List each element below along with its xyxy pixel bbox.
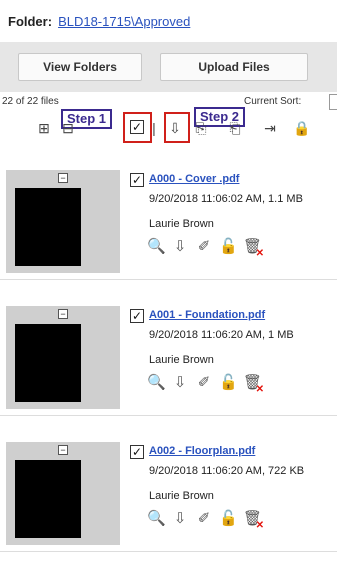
action-button-row: View Folders Upload Files — [0, 42, 337, 92]
file-row: − ✓ A002 - Floorplan.pdf 9/20/2018 11:06… — [0, 439, 337, 552]
expand-all-icon[interactable]: ⊞ — [34, 118, 54, 138]
file-row: − ✓ A001 - Foundation.pdf 9/20/2018 11:0… — [0, 303, 337, 416]
collapse-icon[interactable]: − — [58, 309, 68, 319]
unlock-icon[interactable]: 🔓 — [219, 237, 238, 255]
file-name-link[interactable]: A002 - Floorplan.pdf — [149, 445, 255, 457]
download-icon[interactable]: ⇩ — [171, 509, 189, 527]
file-meta: 9/20/2018 11:06:20 AM, 722 KB — [149, 465, 305, 477]
annotate-icon[interactable]: ✐ — [195, 509, 213, 527]
file-checkbox[interactable]: ✓ — [130, 309, 144, 323]
unlock-icon[interactable]: 🔓 — [219, 373, 238, 391]
sort-select[interactable] — [329, 94, 337, 110]
download-icon[interactable]: ⇩ — [171, 373, 189, 391]
file-count: 22 of 22 files — [2, 96, 59, 107]
annotate-icon[interactable]: ✐ — [195, 237, 213, 255]
file-checkbox[interactable]: ✓ — [130, 173, 144, 187]
delete-icon[interactable]: 🗑 — [243, 373, 264, 395]
select-all-checkbox[interactable]: ✓ — [127, 117, 147, 137]
collapse-icon[interactable]: − — [58, 445, 68, 455]
move-icon[interactable]: ⇥ — [260, 118, 280, 138]
listing-info-row: 22 of 22 files Current Sort: — [0, 92, 337, 112]
check-icon: ✓ — [130, 120, 144, 134]
collapse-icon[interactable]: − — [58, 173, 68, 183]
sort-label: Current Sort: — [244, 96, 302, 107]
collapse-all-icon[interactable]: ⊟ — [58, 118, 78, 138]
folder-label: Folder: — [8, 13, 53, 29]
preview-icon[interactable]: 🔍 — [147, 237, 166, 255]
file-thumbnail[interactable]: − — [6, 170, 120, 273]
download-icon[interactable]: ⇩ — [165, 118, 185, 138]
preview-icon[interactable]: 🔍 — [147, 509, 166, 527]
preview-icon[interactable]: 🔍 — [147, 373, 166, 391]
toolbar-separator: | — [152, 120, 156, 136]
file-row: − ✓ A000 - Cover .pdf 9/20/2018 11:06:02… — [0, 167, 337, 280]
file-name-link[interactable]: A001 - Foundation.pdf — [149, 309, 265, 321]
file-actions: 🔍 ⇩ ✐ 🔓 🗑 — [147, 237, 264, 259]
file-user: Laurie Brown — [149, 354, 214, 366]
download-icon[interactable]: ⇩ — [171, 237, 189, 255]
paste-icon[interactable]: ⎗ — [225, 118, 245, 138]
copy-icon[interactable]: ⎘ — [191, 118, 211, 138]
file-actions: 🔍 ⇩ ✐ 🔓 🗑 — [147, 509, 264, 531]
folder-path-link[interactable]: BLD18-1715\Approved — [58, 14, 190, 29]
upload-files-button[interactable]: Upload Files — [160, 53, 308, 81]
file-actions: 🔍 ⇩ ✐ 🔓 🗑 — [147, 373, 264, 395]
delete-icon[interactable]: 🗑 — [243, 237, 264, 259]
file-meta: 9/20/2018 11:06:20 AM, 1 MB — [149, 329, 294, 341]
file-user: Laurie Brown — [149, 218, 214, 230]
drawing-preview — [15, 188, 81, 266]
lock-icon[interactable]: 🔒 — [292, 118, 312, 138]
file-checkbox[interactable]: ✓ — [130, 445, 144, 459]
annotate-icon[interactable]: ✐ — [195, 373, 213, 391]
drawing-preview — [15, 460, 81, 538]
unlock-icon[interactable]: 🔓 — [219, 509, 238, 527]
file-name-link[interactable]: A000 - Cover .pdf — [149, 173, 239, 185]
file-thumbnail[interactable]: − — [6, 442, 120, 545]
file-thumbnail[interactable]: − — [6, 306, 120, 409]
file-toolbar: ⊞ ⊟ ✓ | ⇩ ⎘ ⎗ ⇥ 🔒 — [0, 112, 337, 148]
folder-header: Folder: BLD18-1715\Approved — [0, 0, 337, 42]
file-user: Laurie Brown — [149, 490, 214, 502]
file-meta: 9/20/2018 11:06:02 AM, 1.1 MB — [149, 193, 303, 205]
drawing-preview — [15, 324, 81, 402]
delete-icon[interactable]: 🗑 — [243, 509, 264, 531]
view-folders-button[interactable]: View Folders — [18, 53, 142, 81]
